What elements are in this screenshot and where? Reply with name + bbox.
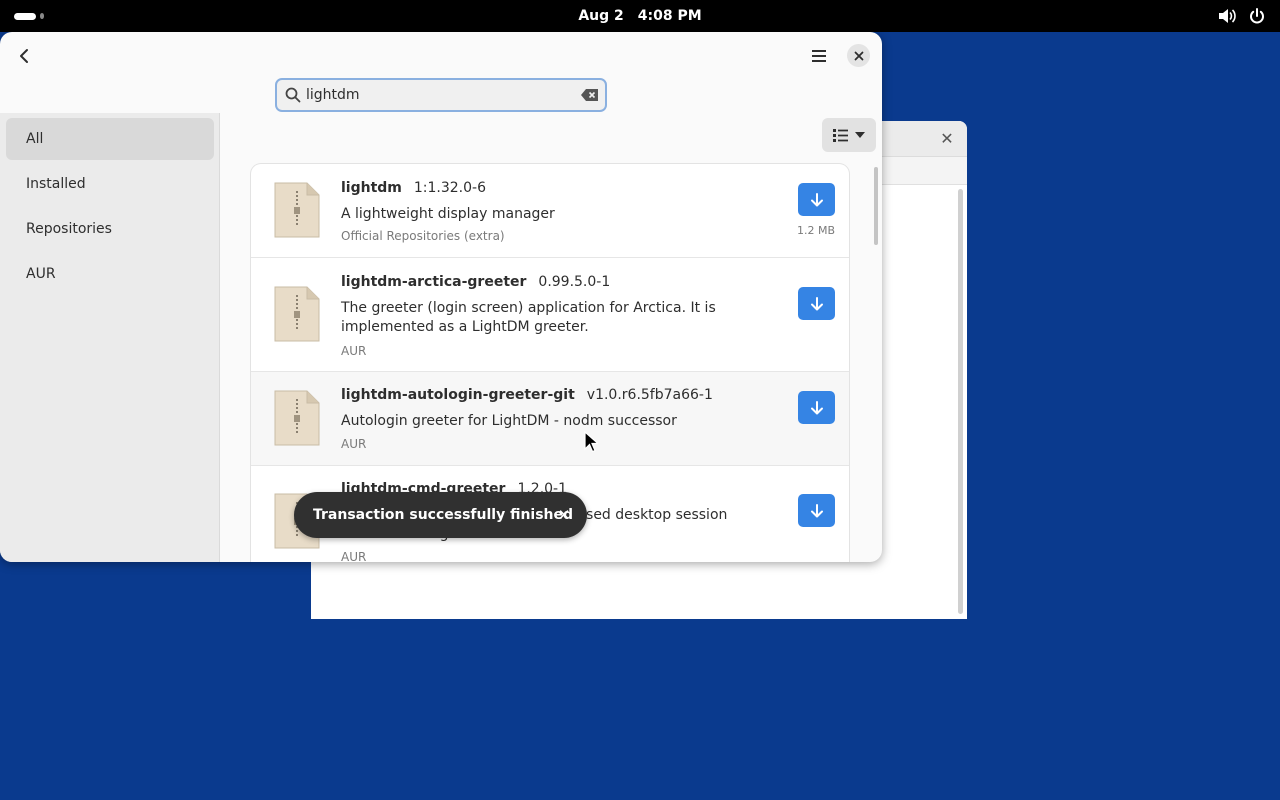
package-name-text: lightdm-arctica-greeter (341, 274, 527, 290)
back-button[interactable] (10, 42, 38, 70)
package-name: lightdm 1:1.32.0-6 (341, 180, 486, 196)
list-item[interactable]: lightdm-autologin-greeter-git v1.0.r6.5fb… (251, 372, 849, 466)
package-description: A lightweight display manager (341, 206, 555, 222)
top-bar: Aug 2 4:08 PM (0, 0, 1280, 32)
install-button[interactable] (798, 494, 835, 527)
install-button[interactable] (798, 391, 835, 424)
package-version: v1.0.r6.5fb7a66-1 (586, 387, 713, 403)
package-version: 1:1.32.0-6 (413, 180, 487, 196)
sidebar-item-installed[interactable]: Installed (6, 163, 214, 205)
sidebar-item-aur[interactable]: AUR (6, 253, 214, 295)
archive-package-icon (274, 182, 320, 238)
close-window-button[interactable] (847, 44, 870, 67)
package-repository: AUR (341, 437, 367, 451)
download-arrow-icon (810, 192, 823, 206)
search-icon (285, 87, 301, 103)
clear-input-icon[interactable] (581, 88, 599, 102)
sidebar: All Installed Repositories AUR (0, 113, 220, 562)
list-item[interactable]: lightdm-arctica-greeter 0.99.5.0-1 The gr… (251, 258, 849, 372)
package-repository: AUR (341, 550, 367, 562)
power-icon[interactable] (1248, 6, 1266, 26)
download-arrow-icon (810, 296, 823, 310)
close-icon (854, 51, 863, 60)
toast-message: Transaction successfully finished (313, 507, 574, 523)
package-repository: AUR (341, 344, 367, 358)
package-size: 1.2 MB (796, 224, 835, 237)
view-mode-dropdown[interactable] (822, 118, 876, 152)
package-name: lightdm-arctica-greeter 0.99.5.0-1 (341, 274, 610, 290)
mouse-pointer-icon (584, 431, 598, 453)
download-arrow-icon (810, 503, 823, 517)
download-arrow-icon (810, 400, 823, 414)
package-description: Autologin greeter for LightDM - nodm suc… (341, 413, 677, 429)
clock[interactable]: Aug 2 4:08 PM (0, 0, 1280, 32)
software-center-window: lightdm All Installed Repositories AUR l… (0, 32, 882, 562)
package-description: The greeter (login screen) application f… (341, 300, 716, 335)
close-icon[interactable]: ✕ (937, 129, 957, 149)
clock-date: Aug 2 (578, 8, 624, 24)
sidebar-item-repositories[interactable]: Repositories (6, 208, 214, 250)
list-view-icon (833, 129, 848, 142)
package-name-text: lightdm (341, 180, 402, 196)
background-window-scrollbar[interactable] (958, 189, 963, 614)
install-button[interactable] (798, 287, 835, 320)
search-field[interactable]: lightdm (275, 78, 607, 112)
package-repository: Official Repositories (extra) (341, 229, 505, 243)
system-tray[interactable] (1218, 6, 1266, 26)
notification-toast: Transaction successfully finished ✕ (294, 492, 587, 538)
package-name: lightdm-autologin-greeter-git v1.0.r6.5fb… (341, 387, 713, 403)
hamburger-menu-icon (812, 50, 826, 62)
sidebar-item-all[interactable]: All (6, 118, 214, 160)
back-arrow-icon (20, 49, 28, 63)
archive-package-icon (274, 286, 320, 342)
dismiss-toast-button[interactable]: ✕ (556, 506, 572, 524)
list-scrollbar[interactable] (874, 167, 878, 245)
clock-time: 4:08 PM (637, 8, 702, 24)
package-name-text: lightdm-autologin-greeter-git (341, 387, 575, 403)
chevron-down-icon (855, 132, 865, 138)
list-item[interactable]: lightdm 1:1.32.0-6 A lightweight display … (251, 164, 849, 258)
main-menu-button[interactable] (804, 41, 834, 71)
volume-icon[interactable] (1218, 6, 1236, 26)
search-input[interactable]: lightdm (306, 80, 360, 110)
package-version: 0.99.5.0-1 (538, 274, 611, 290)
archive-package-icon (274, 390, 320, 446)
install-button[interactable] (798, 183, 835, 216)
